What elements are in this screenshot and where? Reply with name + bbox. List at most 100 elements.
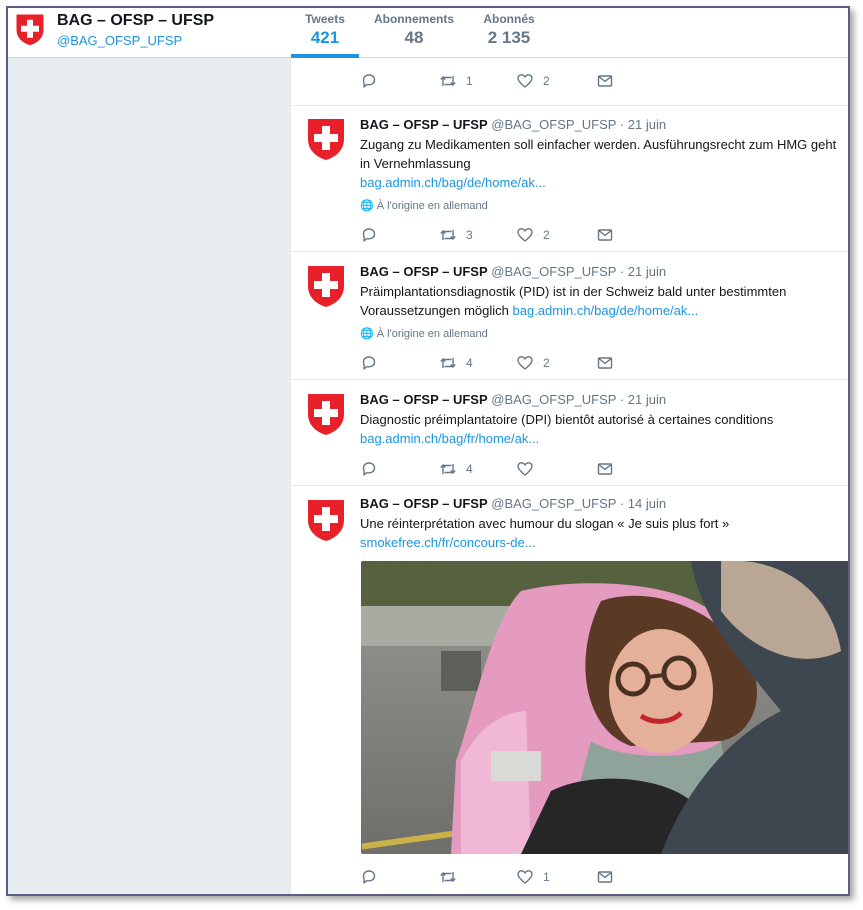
tweet-meta[interactable]: @BAG_OFSP_UFSP · 14 juin xyxy=(491,496,666,511)
stat-value: 421 xyxy=(310,28,340,47)
like-count: 1 xyxy=(543,870,550,884)
message-icon xyxy=(596,868,614,886)
tweet-body: Zugang zu Medikamenten soll einfacher we… xyxy=(360,137,837,171)
profile-name[interactable]: BAG – OFSP – UFSP xyxy=(57,12,214,30)
reply-button[interactable] xyxy=(360,72,378,90)
tab-followers[interactable]: Abonnés 2 135 xyxy=(471,12,547,48)
globe-icon: 🌐 xyxy=(360,328,374,340)
tab-tweets[interactable]: Tweets 421 xyxy=(291,12,359,48)
reply-icon xyxy=(360,868,378,886)
avatar[interactable] xyxy=(306,117,346,161)
retweet-icon xyxy=(439,226,457,244)
like-icon xyxy=(516,354,534,372)
stat-value: 2 135 xyxy=(487,28,531,47)
reply-icon xyxy=(360,226,378,244)
tweet-actions: 4 2 xyxy=(360,354,660,372)
translation-label: À l'origine en allemand xyxy=(376,200,488,212)
reply-icon xyxy=(360,460,378,478)
translation-note: 🌐 À l'origine en allemand xyxy=(360,199,488,212)
like-button[interactable]: 1 xyxy=(516,868,550,886)
tweet-link[interactable]: bag.admin.ch/bag/de/home/ak... xyxy=(360,175,546,190)
tweet-link[interactable]: bag.admin.ch/bag/fr/home/ak... xyxy=(360,431,539,446)
tweet-item[interactable]: BAG – OFSP – UFSP @BAG_OFSP_UFSP · 21 ju… xyxy=(291,106,848,252)
tweet-author[interactable]: BAG – OFSP – UFSP xyxy=(360,392,488,407)
translation-label: À l'origine en allemand xyxy=(376,328,488,340)
like-count: 2 xyxy=(543,74,550,88)
like-button[interactable]: 2 xyxy=(516,354,550,372)
like-button[interactable]: 2 xyxy=(516,226,550,244)
like-button[interactable] xyxy=(516,460,543,478)
tweet-actions: 1 xyxy=(360,868,660,886)
retweet-count: 3 xyxy=(466,228,473,242)
reply-button[interactable] xyxy=(360,868,378,886)
tweet-author[interactable]: BAG – OFSP – UFSP xyxy=(360,117,488,132)
tweet-meta[interactable]: @BAG_OFSP_UFSP · 21 juin xyxy=(491,264,666,279)
tweet-photo[interactable] xyxy=(361,561,848,854)
tweet-item: 1 2 xyxy=(291,58,848,106)
tweet-link[interactable]: bag.admin.ch/bag/de/home/ak... xyxy=(513,303,699,318)
stat-label: Tweets xyxy=(305,12,345,26)
swiss-shield-logo[interactable] xyxy=(15,13,45,46)
retweet-count: 1 xyxy=(466,74,473,88)
tweet-meta[interactable]: @BAG_OFSP_UFSP · 21 juin xyxy=(491,392,666,407)
profile-header: BAG – OFSP – UFSP @BAG_OFSP_UFSP Tweets … xyxy=(8,8,848,58)
tweet-item[interactable]: BAG – OFSP – UFSP @BAG_OFSP_UFSP · 21 ju… xyxy=(291,380,848,486)
retweet-button[interactable]: 3 xyxy=(439,226,473,244)
tweet-item[interactable]: BAG – OFSP – UFSP @BAG_OFSP_UFSP · 14 ju… xyxy=(291,486,848,894)
tweet-text: Diagnostic préimplantatoire (DPI) bientô… xyxy=(360,410,840,448)
tweet-actions: 1 2 xyxy=(360,72,660,90)
tweet-body: Une réinterprétation avec humour du slog… xyxy=(360,516,730,531)
avatar[interactable] xyxy=(306,498,346,542)
message-button[interactable] xyxy=(596,354,614,372)
profile-handle[interactable]: @BAG_OFSP_UFSP xyxy=(57,33,182,48)
reply-button[interactable] xyxy=(360,226,378,244)
message-button[interactable] xyxy=(596,72,614,90)
like-icon xyxy=(516,868,534,886)
tweet-link[interactable]: smokefree.ch/fr/concours-de... xyxy=(360,535,536,550)
retweet-icon xyxy=(439,868,457,886)
retweet-icon xyxy=(439,72,457,90)
stat-label: Abonnés xyxy=(483,12,535,26)
retweet-count: 4 xyxy=(466,462,473,476)
reply-button[interactable] xyxy=(360,354,378,372)
reply-icon xyxy=(360,72,378,90)
globe-icon: 🌐 xyxy=(360,200,374,212)
message-button[interactable] xyxy=(596,460,614,478)
reply-button[interactable] xyxy=(360,460,378,478)
like-icon xyxy=(516,226,534,244)
like-count: 2 xyxy=(543,356,550,370)
retweet-button[interactable]: 4 xyxy=(439,460,473,478)
stat-value: 48 xyxy=(404,28,424,47)
retweet-count: 4 xyxy=(466,356,473,370)
retweet-button[interactable]: 4 xyxy=(439,354,473,372)
tweet-timeline: 1 2 BAG – OFSP – UFSP @BAG_OFSP_UFSP · 2… xyxy=(291,58,848,894)
tweet-item[interactable]: BAG – OFSP – UFSP @BAG_OFSP_UFSP · 21 ju… xyxy=(291,252,848,380)
message-icon xyxy=(596,226,614,244)
message-button[interactable] xyxy=(596,226,614,244)
tweet-text: Une réinterprétation avec humour du slog… xyxy=(360,514,840,552)
message-button[interactable] xyxy=(596,868,614,886)
tweet-author[interactable]: BAG – OFSP – UFSP xyxy=(360,264,488,279)
tweet-actions: 4 xyxy=(360,460,660,478)
tweet-author[interactable]: BAG – OFSP – UFSP xyxy=(360,496,488,511)
tweet-header: BAG – OFSP – UFSP @BAG_OFSP_UFSP · 21 ju… xyxy=(360,264,666,279)
like-count: 2 xyxy=(543,228,550,242)
retweet-icon xyxy=(439,354,457,372)
stat-label: Abonnements xyxy=(373,12,454,26)
like-button[interactable]: 2 xyxy=(516,72,550,90)
tweet-actions: 3 2 xyxy=(360,226,660,244)
avatar[interactable] xyxy=(306,392,346,436)
tweet-text: Zugang zu Medikamenten soll einfacher we… xyxy=(360,135,840,192)
tweet-body: Diagnostic préimplantatoire (DPI) bientô… xyxy=(360,412,774,427)
retweet-button[interactable] xyxy=(439,868,466,886)
avatar[interactable] xyxy=(306,264,346,308)
twitter-window: BAG – OFSP – UFSP @BAG_OFSP_UFSP Tweets … xyxy=(6,6,850,896)
tweet-meta[interactable]: @BAG_OFSP_UFSP · 21 juin xyxy=(491,117,666,132)
like-icon xyxy=(516,72,534,90)
message-icon xyxy=(596,460,614,478)
tab-following[interactable]: Abonnements 48 xyxy=(366,12,462,48)
message-icon xyxy=(596,354,614,372)
tweet-text: Präimplantationsdiagnostik (PID) ist in … xyxy=(360,282,840,320)
retweet-button[interactable]: 1 xyxy=(439,72,473,90)
tweet-header: BAG – OFSP – UFSP @BAG_OFSP_UFSP · 14 ju… xyxy=(360,496,666,511)
